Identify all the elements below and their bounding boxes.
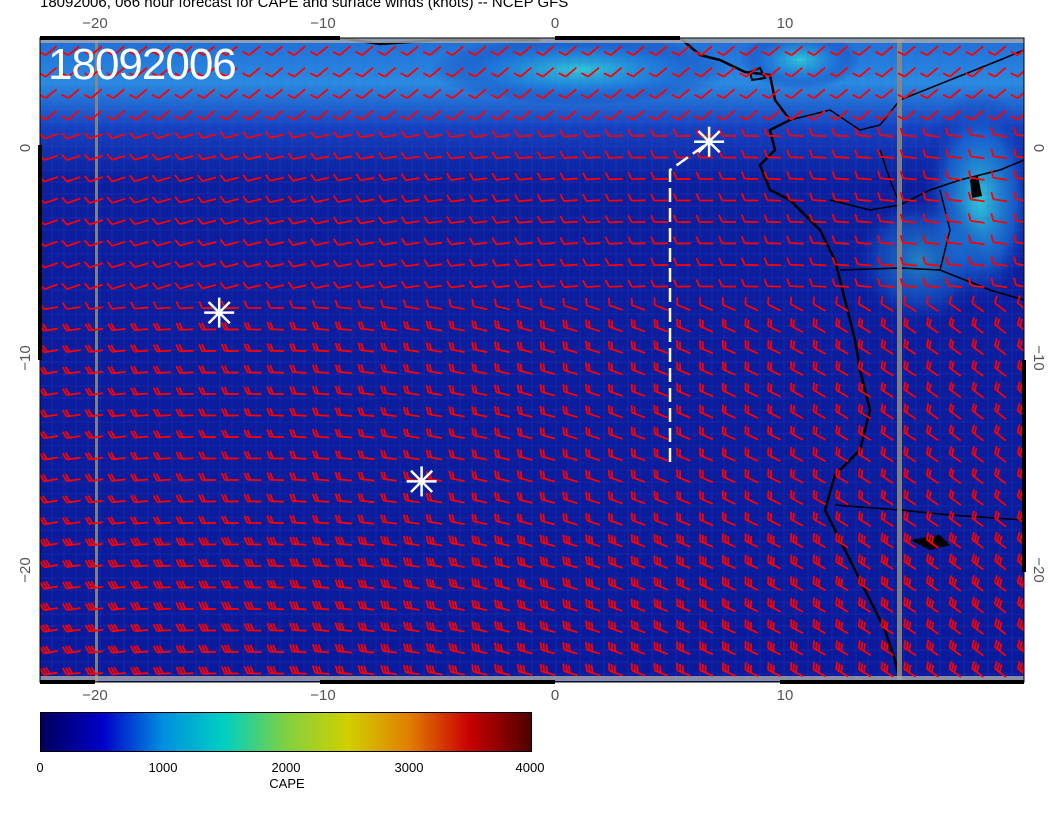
region-box-west-edge (95, 38, 98, 682)
lat-tick-right-2: −10 (1030, 345, 1047, 370)
region-box-east-edge (897, 38, 902, 682)
lon-tick-bottom-2: −10 (310, 687, 335, 704)
colorbar-tick-4: 4000 (515, 760, 545, 775)
lat-tick-right-1: 0 (1030, 144, 1047, 152)
lon-tick-bottom-3: 0 (551, 687, 559, 704)
marker-west (204, 297, 235, 328)
colorbar-gradient (40, 712, 532, 752)
colorbar-tick-2: 2000 (271, 760, 301, 775)
marker-south (406, 466, 437, 497)
colorbar-label: CAPE (269, 776, 305, 791)
lon-tick-top-4: 10 (777, 15, 794, 32)
colorbar-tick-1: 1000 (148, 760, 178, 775)
lon-tick-top-3: 0 (551, 15, 559, 32)
lon-tick-top-1: −20 (82, 15, 107, 32)
map-panel: −20 −10 0 10 −20 −10 0 10 0 −10 −20 0 −1… (17, 15, 1047, 704)
lon-tick-bottom-1: −20 (82, 687, 107, 704)
date-stamp: 18092006 (48, 40, 237, 89)
lat-tick-left-1: 0 (17, 144, 34, 152)
lat-tick-left-2: −10 (17, 345, 34, 370)
colorbar (40, 712, 532, 752)
lon-tick-top-2: −10 (310, 15, 335, 32)
lat-tick-left-3: −20 (17, 557, 34, 582)
lon-tick-bottom-4: 10 (777, 687, 794, 704)
lat-tick-right-3: −20 (1030, 557, 1047, 582)
marker-north (694, 126, 725, 157)
colorbar-tick-0: 0 (36, 760, 44, 775)
colorbar-tick-3: 3000 (394, 760, 424, 775)
